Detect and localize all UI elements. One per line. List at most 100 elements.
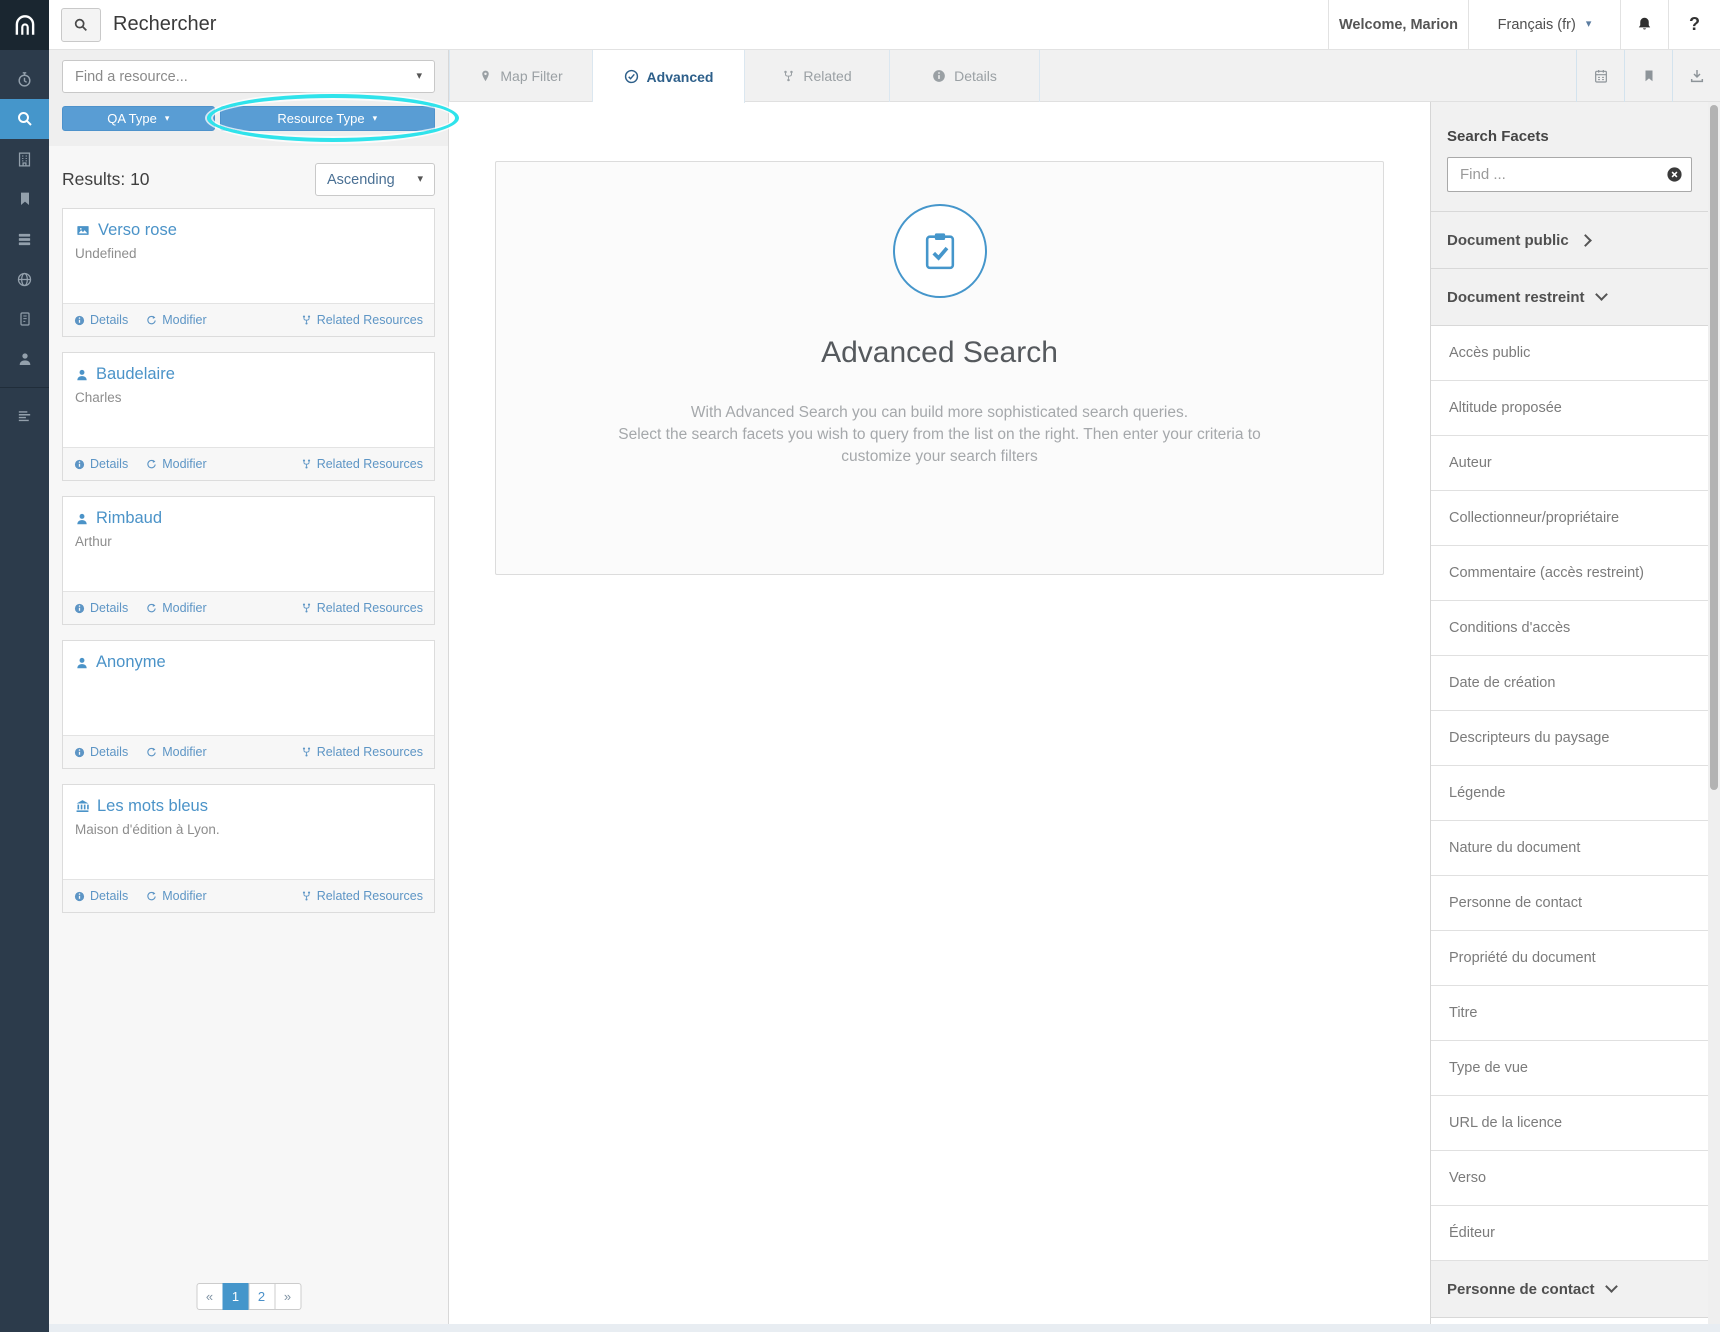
facet-item[interactable]: Éditeur xyxy=(1431,1206,1708,1261)
museum-icon xyxy=(75,799,90,814)
qa-type-filter-button[interactable]: QA Type ▾ xyxy=(62,106,215,131)
edit-link[interactable]: Modifier xyxy=(146,745,206,759)
sort-order-select[interactable]: Ascending ▾ xyxy=(315,163,435,196)
language-selector[interactable]: Français (fr) ▾ xyxy=(1468,0,1620,49)
edit-label: Modifier xyxy=(162,745,206,759)
facet-item[interactable]: Collectionneur/propriétaire xyxy=(1431,491,1708,546)
edit-link[interactable]: Modifier xyxy=(146,601,206,615)
related-resources-link[interactable]: Related Resources xyxy=(301,457,423,471)
tab-map-filter[interactable]: Map Filter xyxy=(449,50,593,102)
result-title-link[interactable]: Verso rose xyxy=(75,221,422,240)
description-line: Select the search facets you wish to que… xyxy=(610,424,1270,468)
facet-item[interactable]: Conditions d'accès xyxy=(1431,601,1708,656)
saved-searches-button[interactable] xyxy=(1624,50,1672,102)
edit-link[interactable]: Modifier xyxy=(146,457,206,471)
details-link[interactable]: Details xyxy=(74,745,128,759)
details-link[interactable]: Details xyxy=(74,889,128,903)
result-title-link[interactable]: Rimbaud xyxy=(75,509,422,528)
details-link[interactable]: Details xyxy=(74,601,128,615)
sidebar-item-resource-manager[interactable] xyxy=(0,139,49,179)
list-icon xyxy=(16,408,33,425)
facet-section-document-public[interactable]: Document public xyxy=(1431,212,1708,269)
scrollbar-thumb[interactable] xyxy=(1710,105,1718,790)
related-resources-link[interactable]: Related Resources xyxy=(301,313,423,327)
tab-advanced[interactable]: Advanced xyxy=(593,50,745,103)
export-download-button[interactable] xyxy=(1672,50,1720,102)
notifications-button[interactable] xyxy=(1620,0,1668,49)
facet-item[interactable]: Accès public xyxy=(1431,326,1708,381)
facet-item[interactable]: Personne de contact xyxy=(1431,876,1708,931)
person-icon xyxy=(75,368,89,382)
caret-down-icon: ▾ xyxy=(165,114,170,123)
result-title-link[interactable]: Anonyme xyxy=(75,653,422,672)
result-card-footer: Details Modifier Related Resources xyxy=(63,303,434,336)
related-resources-link[interactable]: Related Resources xyxy=(301,889,423,903)
pagination-page-1-button[interactable]: 1 xyxy=(222,1283,249,1310)
sidebar-item-map[interactable] xyxy=(0,259,49,299)
details-link[interactable]: Details xyxy=(74,457,128,471)
global-search-button[interactable] xyxy=(61,8,101,42)
result-subtitle: Arthur xyxy=(75,534,422,549)
facet-item[interactable]: Commentaire (accès restreint) xyxy=(1431,546,1708,601)
facet-item[interactable]: Auteur xyxy=(1431,436,1708,491)
facet-item[interactable]: Type de vue xyxy=(1431,1041,1708,1096)
sidebar-item-menu[interactable] xyxy=(0,396,49,436)
related-resources-link[interactable]: Related Resources xyxy=(301,601,423,615)
tab-label: Related xyxy=(803,68,851,84)
time-filter-button[interactable] xyxy=(1576,50,1624,102)
edit-link[interactable]: Modifier xyxy=(146,889,206,903)
fork-icon xyxy=(301,746,312,758)
facet-item[interactable]: Nature du document xyxy=(1431,821,1708,876)
details-link[interactable]: Details xyxy=(74,313,128,327)
info-circle-icon xyxy=(74,603,85,614)
facet-item[interactable]: Légende xyxy=(1431,766,1708,821)
global-search-input[interactable] xyxy=(113,0,673,49)
download-icon xyxy=(1689,68,1705,84)
clear-facet-search-button[interactable] xyxy=(1666,166,1683,183)
fork-icon xyxy=(301,314,312,326)
sidebar-item-reference-data[interactable] xyxy=(0,299,49,339)
related-label: Related Resources xyxy=(317,601,423,615)
tab-details[interactable]: Details xyxy=(890,50,1040,102)
result-title-link[interactable]: Les mots bleus xyxy=(75,797,422,816)
result-title: Verso rose xyxy=(98,221,177,240)
bookmark-icon xyxy=(1642,69,1656,83)
resource-type-filter-button[interactable]: Resource Type ▾ xyxy=(220,106,435,131)
facet-item[interactable]: Propriété du document xyxy=(1431,931,1708,986)
pagination-prev-button[interactable]: « xyxy=(196,1283,223,1310)
arches-logo[interactable] xyxy=(0,0,49,50)
facet-section-personne-de-contact[interactable]: Personne de contact xyxy=(1431,1261,1708,1318)
circle-x-icon xyxy=(1666,166,1683,183)
result-title: Rimbaud xyxy=(96,509,162,528)
facet-item[interactable]: URL de la licence xyxy=(1431,1096,1708,1151)
facet-find-input[interactable] xyxy=(1447,157,1692,192)
result-card: Verso rose Undefined Details Modifier Re… xyxy=(62,208,435,337)
facet-item[interactable]: Titre xyxy=(1431,986,1708,1041)
find-resource-select[interactable]: Find a resource... ▾ xyxy=(62,60,435,93)
sidebar-item-search[interactable] xyxy=(0,99,49,139)
facet-item[interactable]: Verso xyxy=(1431,1151,1708,1206)
pagination-page-2-button[interactable]: 2 xyxy=(248,1283,275,1310)
facet-item[interactable]: Altitude proposée xyxy=(1431,381,1708,436)
tab-related[interactable]: Related xyxy=(745,50,890,102)
sidebar-item-profile[interactable] xyxy=(0,339,49,379)
fork-icon xyxy=(301,602,312,614)
facet-section-document-restreint[interactable]: Document restreint xyxy=(1431,269,1708,326)
result-title-link[interactable]: Baudelaire xyxy=(75,365,422,384)
help-button[interactable]: ? xyxy=(1668,0,1720,49)
facet-item[interactable]: Date de création xyxy=(1431,656,1708,711)
sidebar-item-bookmarks[interactable] xyxy=(0,179,49,219)
facet-item[interactable]: Descripteurs du paysage xyxy=(1431,711,1708,766)
pagination-next-button[interactable]: » xyxy=(274,1283,301,1310)
sidebar-item-datasets[interactable] xyxy=(0,219,49,259)
search-tabs-bar: Map Filter Advanced Related Details xyxy=(449,50,1720,102)
sidebar-item-recent[interactable] xyxy=(0,59,49,99)
arch-icon xyxy=(12,12,38,38)
facets-scrollbar[interactable] xyxy=(1708,102,1720,1324)
edit-label: Modifier xyxy=(162,601,206,615)
result-subtitle: Charles xyxy=(75,390,422,405)
edit-link[interactable]: Modifier xyxy=(146,313,206,327)
related-resources-link[interactable]: Related Resources xyxy=(301,745,423,759)
caret-down-icon: ▾ xyxy=(1586,19,1592,30)
topbar: Welcome, Marion Français (fr) ▾ ? xyxy=(49,0,1720,50)
